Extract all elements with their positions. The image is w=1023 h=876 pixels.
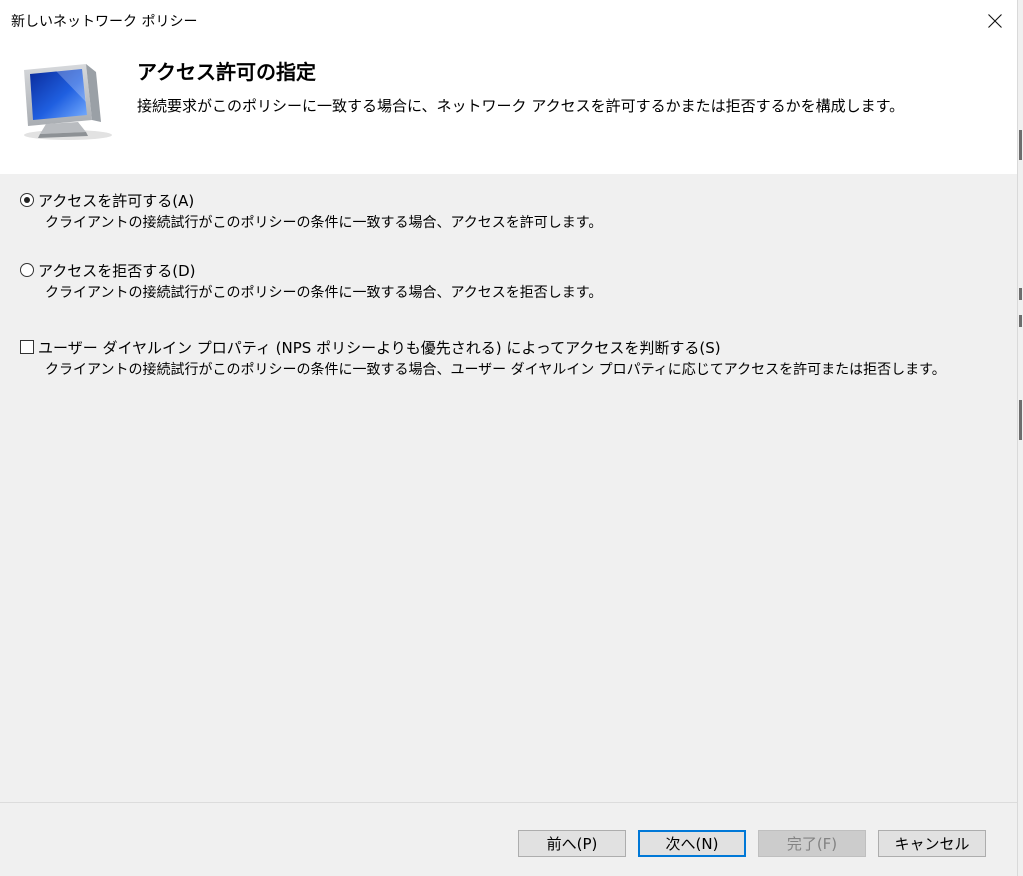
page-description: 接続要求がこのポリシーに一致する場合に、ネットワーク アクセスを許可するかまたは… [137,97,905,115]
deny-access-radio-row[interactable]: アクセスを拒否する(D) [20,259,602,281]
back-button[interactable]: 前へ(P) [518,830,626,857]
finish-button[interactable]: 完了(F) [758,830,866,857]
background-window-edge [1017,0,1023,876]
grant-access-radio[interactable] [20,193,34,207]
page-title: アクセス許可の指定 [137,60,316,84]
grant-access-label[interactable]: アクセスを許可する(A) [38,190,194,211]
grant-access-radio-row[interactable]: アクセスを許可する(A) [20,189,602,211]
grant-access-description: クライアントの接続試行がこのポリシーの条件に一致する場合、アクセスを許可します。 [45,215,603,231]
deny-access-option: アクセスを拒否する(D) クライアントの接続試行がこのポリシーの条件に一致する場… [20,259,602,302]
dialin-properties-option: ユーザー ダイヤルイン プロパティ (NPS ポリシーよりも優先される) によっ… [20,336,946,379]
window-title: 新しいネットワーク ポリシー [11,14,198,30]
deny-access-label[interactable]: アクセスを拒否する(D) [38,260,196,281]
deny-access-radio[interactable] [20,263,34,277]
dialin-properties-label[interactable]: ユーザー ダイヤルイン プロパティ (NPS ポリシーよりも優先される) によっ… [38,337,721,358]
new-network-policy-dialog: 新しいネットワーク ポリシー アクセス許可の指定 接続要求がこのポリシーに一致す… [0,0,1017,876]
dialin-properties-checkbox[interactable] [20,340,34,354]
title-bar: 新しいネットワーク ポリシー [0,0,1017,42]
next-button[interactable]: 次へ(N) [638,830,746,857]
cancel-button[interactable]: キャンセル [878,830,986,857]
monitor-icon [24,64,112,140]
wizard-header: アクセス許可の指定 接続要求がこのポリシーに一致する場合に、ネットワーク アクセ… [0,42,1017,174]
deny-access-description: クライアントの接続試行がこのポリシーの条件に一致する場合、アクセスを拒否します。 [45,285,603,301]
grant-access-option: アクセスを許可する(A) クライアントの接続試行がこのポリシーの条件に一致する場… [20,189,602,232]
wizard-content: アクセスを許可する(A) クライアントの接続試行がこのポリシーの条件に一致する場… [0,174,1017,802]
dialin-properties-description: クライアントの接続試行がこのポリシーの条件に一致する場合、ユーザー ダイヤルイン… [45,362,946,378]
dialin-properties-checkbox-row[interactable]: ユーザー ダイヤルイン プロパティ (NPS ポリシーよりも優先される) によっ… [20,336,946,358]
wizard-footer: 前へ(P) 次へ(N) 完了(F) キャンセル [0,802,1017,876]
close-button[interactable] [972,0,1017,42]
close-icon [987,14,1002,28]
